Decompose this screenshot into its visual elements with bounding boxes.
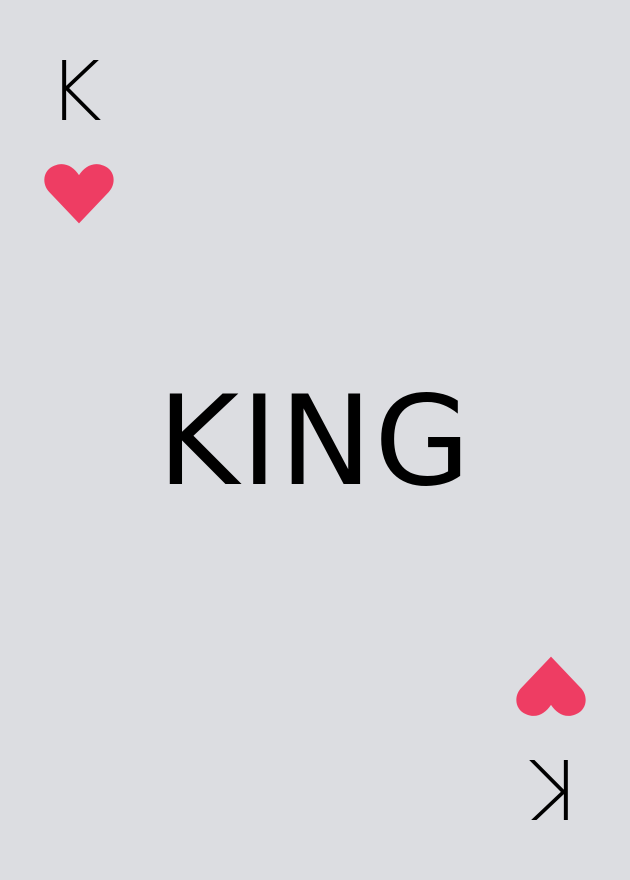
heart-icon (512, 652, 590, 722)
bottom-right-corner-index: K (505, 650, 595, 835)
bottom-rank-label: K (528, 740, 582, 835)
playing-card[interactable]: K KING K (0, 0, 630, 880)
top-left-corner-index: K (35, 50, 125, 230)
heart-icon-graphic (516, 656, 586, 716)
card-name: KING (157, 370, 473, 514)
top-rank-label: K (48, 45, 102, 140)
heart-icon-graphic (44, 164, 114, 224)
heart-icon (40, 158, 118, 228)
